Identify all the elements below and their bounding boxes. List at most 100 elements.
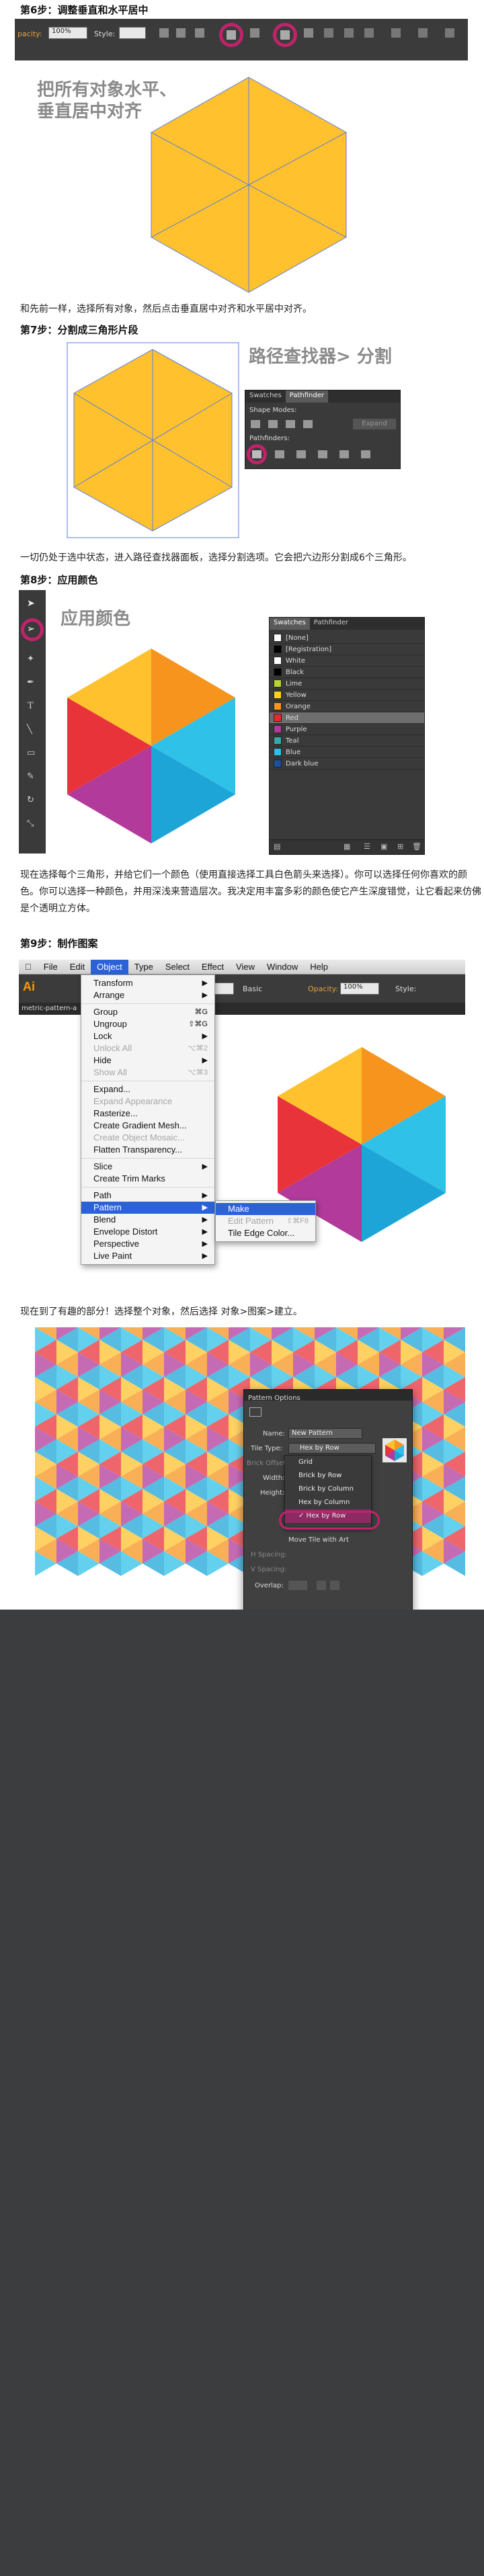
menu-item-path[interactable]: Path ▶ (81, 1190, 214, 1202)
direct-selection-tool-icon[interactable]: ➢ (27, 624, 38, 634)
swatch-row[interactable]: Blue (270, 747, 424, 758)
tab-pathfinder[interactable]: Pathfinder (285, 390, 328, 403)
vertical-align-center-icon[interactable] (280, 30, 290, 40)
pen-tool-icon[interactable]: ✒ (27, 677, 34, 688)
align-top-icon[interactable] (250, 28, 259, 38)
menu-item-slice[interactable]: Slice ▶ (81, 1161, 214, 1173)
menu-item-flatten-transparency[interactable]: Flatten Transparency... (81, 1144, 214, 1156)
name-field[interactable]: New Pattern (288, 1428, 362, 1439)
swatch-row[interactable]: Yellow (270, 690, 424, 701)
menu-item-blend[interactable]: Blend ▶ (81, 1214, 214, 1226)
align-center-icon[interactable] (176, 28, 186, 38)
menu-item-rasterize[interactable]: Rasterize... (81, 1108, 214, 1120)
exclude-icon[interactable] (303, 420, 313, 428)
tile-option[interactable]: Brick by Row (285, 1469, 371, 1483)
move-tile-label[interactable]: Move Tile with Art (288, 1536, 349, 1544)
horizontal-align-center-icon[interactable] (227, 30, 236, 40)
crop-icon[interactable] (318, 450, 327, 458)
overlap-bottom-button[interactable] (330, 1581, 339, 1590)
trim-icon[interactable] (275, 450, 284, 458)
new-group-icon[interactable]: ▣ (380, 842, 387, 851)
menu-window[interactable]: Window (261, 962, 304, 972)
tab-pathfinder[interactable]: Pathfinder (310, 618, 352, 630)
menu-item-lock[interactable]: Lock ▶ (81, 1030, 214, 1042)
align-bottom-icon[interactable] (304, 28, 313, 38)
expand-button[interactable]: Expand (353, 419, 396, 429)
menu-edit[interactable]: Edit (64, 962, 91, 972)
menu-object[interactable]: Object (91, 960, 128, 974)
transform-icon[interactable] (391, 28, 401, 38)
style-picker[interactable] (119, 27, 146, 39)
isolate-icon[interactable] (418, 28, 428, 38)
show-kinds-icon[interactable]: ▦ (344, 842, 350, 851)
submenu-item-make[interactable]: Make (216, 1203, 315, 1215)
tile-type-select[interactable]: Hex by Row (288, 1443, 376, 1454)
swatch-row[interactable]: [None] (270, 632, 424, 644)
tile-option[interactable]: Brick by Column (285, 1483, 371, 1496)
tab-swatches[interactable]: Swatches (245, 390, 286, 403)
line-tool-icon[interactable]: ╲ (27, 724, 32, 735)
tile-option[interactable]: Grid (285, 1456, 371, 1469)
swatch-row[interactable]: White (270, 655, 424, 667)
unite-icon[interactable] (251, 420, 260, 428)
menu-item-perspective[interactable]: Perspective ▶ (81, 1238, 214, 1250)
brush-tool-icon[interactable]: ✎ (27, 772, 34, 782)
menu-item-create-trim-marks[interactable]: Create Trim Marks (81, 1173, 214, 1185)
swatch-row[interactable]: Red (270, 712, 424, 724)
tile-editor-icon[interactable] (249, 1407, 261, 1417)
minus-back-icon[interactable] (361, 450, 370, 458)
menu-item-live-paint[interactable]: Live Paint ▶ (81, 1250, 214, 1262)
scale-tool-icon[interactable]: ⤡ (27, 819, 34, 829)
menu-effect[interactable]: Effect (196, 962, 230, 972)
swatch-row[interactable]: Teal (270, 735, 424, 747)
document-tab[interactable]: metric-pattern-a (22, 1005, 77, 1012)
swatch-row[interactable]: Dark blue (270, 758, 424, 770)
intersect-icon[interactable] (286, 420, 295, 428)
library-icon[interactable]: ▤ (274, 842, 280, 851)
menu-item-group[interactable]: Group ⌘G (81, 1006, 214, 1018)
swatch-row[interactable]: Orange (270, 701, 424, 712)
distribute-icon[interactable] (324, 28, 333, 38)
tile-option[interactable]: Hex by Column (285, 1496, 371, 1509)
rotate-tool-icon[interactable]: ↻ (27, 795, 34, 805)
overlap-left-button[interactable] (288, 1581, 307, 1590)
new-swatch-icon[interactable]: ⊞ (397, 842, 403, 851)
menu-help[interactable]: Help (304, 962, 334, 972)
apple-icon[interactable]:  (19, 962, 38, 972)
menu-view[interactable]: View (230, 962, 261, 972)
menu-item-pattern[interactable]: Pattern ▶ (81, 1202, 214, 1214)
distribute-icon-2[interactable] (344, 28, 354, 38)
distribute-icon-3[interactable] (364, 28, 374, 38)
menu-item-create-gradient-mesh[interactable]: Create Gradient Mesh... (81, 1120, 214, 1132)
menu-icon[interactable] (445, 28, 454, 38)
swatch-row[interactable]: Purple (270, 724, 424, 735)
align-right-icon[interactable] (195, 28, 204, 38)
menu-file[interactable]: File (38, 962, 64, 972)
swatch-options-icon[interactable]: ☰ (364, 842, 370, 851)
menu-item-transform[interactable]: Transform ▶ (81, 977, 214, 989)
magic-wand-icon[interactable]: ✦ (27, 654, 34, 664)
menu-type[interactable]: Type (128, 962, 159, 972)
delete-swatch-icon[interactable]: 🗑 (412, 842, 421, 851)
tab-swatches[interactable]: Swatches (270, 618, 310, 630)
swatch-row[interactable]: [Registration] (270, 644, 424, 655)
opacity-field[interactable]: 100% (340, 983, 379, 995)
menu-item-ungroup[interactable]: Ungroup ⇧⌘G (81, 1018, 214, 1030)
opacity-field[interactable]: 100% (48, 27, 87, 39)
overlap-top-button[interactable] (317, 1581, 326, 1590)
menu-item-hide[interactable]: Hide ▶ (81, 1054, 214, 1067)
swatch-row[interactable]: Lime (270, 678, 424, 690)
divide-icon[interactable] (252, 450, 261, 458)
outline-icon[interactable] (339, 450, 349, 458)
menu-item-expand[interactable]: Expand... (81, 1083, 214, 1095)
swatch-row[interactable]: Black (270, 667, 424, 678)
rectangle-tool-icon[interactable]: ▭ (27, 748, 35, 758)
minus-front-icon[interactable] (268, 420, 278, 428)
type-tool-icon[interactable]: T (28, 701, 34, 711)
merge-icon[interactable] (296, 450, 306, 458)
align-left-icon[interactable] (159, 28, 169, 38)
menu-item-envelope-distort[interactable]: Envelope Distort ▶ (81, 1226, 214, 1238)
menu-item-arrange[interactable]: Arrange ▶ (81, 989, 214, 1001)
selection-tool-icon[interactable]: ➤ (27, 598, 38, 609)
submenu-item-tile-edge-color[interactable]: Tile Edge Color... (216, 1227, 315, 1239)
